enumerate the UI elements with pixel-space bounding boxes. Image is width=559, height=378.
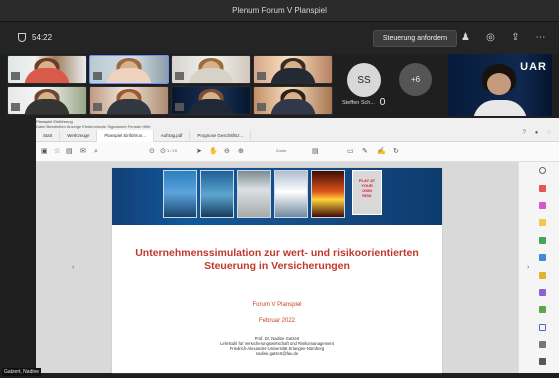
select-tool-icon[interactable]: ➤ xyxy=(196,148,202,156)
name-chip xyxy=(93,103,102,111)
document-subtitle: Forum V Planspiel xyxy=(252,302,302,308)
muted-mic-icon xyxy=(380,98,385,105)
refresh-icon[interactable]: ↻ xyxy=(393,148,399,156)
share-icon[interactable]: ⇪ xyxy=(509,31,522,44)
zoom-tool-icon[interactable] xyxy=(539,167,546,174)
zoom-dropdown[interactable]: Zoom xyxy=(276,148,286,153)
name-chip xyxy=(175,103,184,111)
comment-tool-icon[interactable] xyxy=(539,219,546,226)
hand-tool-icon[interactable]: ✋ xyxy=(209,148,218,156)
tab-prognose[interactable]: Prognose Geschäftsz... xyxy=(190,130,252,142)
participant-name: Steffen Sch... xyxy=(342,100,375,106)
pdf-menu-bar[interactable]: Datei Bearbeiten Anzeige Elektronische S… xyxy=(36,124,151,129)
presentation-banner: PLAY AT YOUR OWN RISK xyxy=(112,168,442,225)
call-action-icons: ♟ ◎ ⇪ ⋯ xyxy=(459,31,547,44)
sky-image xyxy=(163,170,197,218)
risk-sign-text: PLAY AT YOUR OWN RISK xyxy=(358,178,376,198)
shark-image xyxy=(200,170,234,218)
name-chip xyxy=(93,72,102,80)
more-participants-button[interactable]: +6 xyxy=(399,63,432,96)
pdf-toolbar: ▣ ☆ ▤ ✉ ⌕ ⊙ ⊙ 1 / 19 ➤ ✋ ⊖ ⊕ Zoom ▤ ▭ ✎ … xyxy=(36,142,559,162)
call-control-bar: 54:22 Steuerung anfordern ♟ ◎ ⇪ ⋯ xyxy=(0,22,559,54)
tornado-image xyxy=(237,170,271,218)
edit-pdf-icon[interactable] xyxy=(539,202,546,209)
notification-icon[interactable]: ● xyxy=(535,130,539,136)
account-icon[interactable]: ◌ xyxy=(547,130,551,136)
tab-planspiel-einfuehrung[interactable]: Planspiel Einführun... xyxy=(97,130,154,142)
participant-tile[interactable] xyxy=(89,55,169,84)
author-email: nadine.gatzert@fau.de xyxy=(255,351,299,357)
risk-sign-image: PLAY AT YOUR OWN RISK xyxy=(352,170,382,215)
presenter-face xyxy=(487,73,511,95)
cloud-image xyxy=(274,170,308,218)
participant-tile[interactable] xyxy=(253,55,333,84)
participant-tile[interactable] xyxy=(7,55,87,84)
name-chip xyxy=(257,103,266,111)
presenter-body xyxy=(473,100,527,116)
participant-avatar[interactable]: SS xyxy=(347,63,381,97)
window-title: Plenum Forum V Planspiel xyxy=(232,6,327,15)
pen-icon[interactable]: ✎ xyxy=(362,148,368,156)
page-indicator[interactable]: 1 / 19 xyxy=(167,148,177,153)
more-tools-icon[interactable] xyxy=(539,358,546,365)
mail-icon[interactable]: ✉ xyxy=(80,148,86,156)
name-chip xyxy=(175,72,184,80)
document-view[interactable]: PLAY AT YOUR OWN RISK Unternehmenssimula… xyxy=(36,162,518,373)
name-chip xyxy=(11,72,20,80)
organization-video-tile[interactable]: UAR xyxy=(448,54,552,116)
pdf-side-tools xyxy=(518,162,559,373)
people-icon[interactable]: ♟ xyxy=(459,31,472,44)
name-chip xyxy=(257,72,266,80)
shield-icon xyxy=(18,33,26,42)
comment-icon[interactable]: ▭ xyxy=(347,148,354,156)
participant-tile[interactable] xyxy=(171,86,251,115)
sign-icon[interactable]: ✍ xyxy=(377,148,386,156)
print-icon[interactable]: ▤ xyxy=(66,148,73,156)
create-icon[interactable]: ▣ xyxy=(41,148,48,156)
fit-page-icon[interactable]: ▤ xyxy=(312,148,319,156)
tab-start[interactable]: Start xyxy=(36,130,61,142)
pdf-app-header: Planspiel Einführung Datei Bearbeiten An… xyxy=(36,118,559,142)
search-icon[interactable]: ⌕ xyxy=(94,148,98,156)
chat-icon[interactable]: ◎ xyxy=(484,31,497,44)
meeting-timer: 54:22 xyxy=(18,33,52,42)
author-block: Prof. Dr. Nadine Gatzert Lehrstuhl für V… xyxy=(112,336,442,356)
shared-screen: Planspiel Einführung Datei Bearbeiten An… xyxy=(36,118,559,373)
previous-page-icon[interactable]: ⊙ xyxy=(149,148,155,156)
fill-sign-icon[interactable] xyxy=(539,289,546,296)
tab-auftrag[interactable]: Auftrag.pdf xyxy=(154,130,191,142)
participant-tile[interactable] xyxy=(89,86,169,115)
pdf-page[interactable]: PLAY AT YOUR OWN RISK Unternehmenssimula… xyxy=(112,168,442,373)
request-control-button[interactable]: Steuerung anfordern xyxy=(373,30,457,47)
tab-tools[interactable]: Werkzeuge xyxy=(60,130,98,142)
right-scroll-arrow-icon[interactable]: › xyxy=(527,264,529,271)
compress-icon[interactable] xyxy=(539,341,546,348)
fire-image xyxy=(311,170,345,218)
name-chip xyxy=(11,103,20,111)
pdf-tab-bar: Start Werkzeuge Planspiel Einführun... A… xyxy=(36,130,252,142)
participant-tile[interactable] xyxy=(253,86,333,115)
help-icon[interactable]: ? xyxy=(522,130,525,136)
document-date: Februar 2022 xyxy=(258,318,296,324)
participant-tile[interactable] xyxy=(7,86,87,115)
presenter-name-label: Gatzert, Nadine xyxy=(2,368,42,376)
export-pdf-icon[interactable] xyxy=(539,185,546,192)
scan-icon[interactable] xyxy=(539,254,546,261)
window-title-bar: Plenum Forum V Planspiel xyxy=(0,0,559,22)
participant-tile[interactable] xyxy=(171,55,251,84)
pdf-header-icons: ? ● ◌ xyxy=(522,130,551,136)
left-scroll-arrow-icon[interactable]: ‹ xyxy=(72,264,74,271)
uar-logo: UAR xyxy=(520,61,547,73)
document-title: Unternehmenssimulation zur wert- und ris… xyxy=(135,247,419,272)
shield-icon[interactable] xyxy=(539,324,546,331)
zoom-in-icon[interactable]: ⊕ xyxy=(238,148,244,156)
timer-label: 54:22 xyxy=(32,33,53,42)
print-production-icon[interactable] xyxy=(539,306,546,313)
next-page-icon[interactable]: ⊙ xyxy=(160,148,166,156)
zoom-out-icon[interactable]: ⊖ xyxy=(224,148,230,156)
star-icon[interactable]: ☆ xyxy=(54,148,60,156)
protect-icon[interactable] xyxy=(539,272,546,279)
organize-pages-icon[interactable] xyxy=(539,237,546,244)
more-icon[interactable]: ⋯ xyxy=(534,31,547,44)
